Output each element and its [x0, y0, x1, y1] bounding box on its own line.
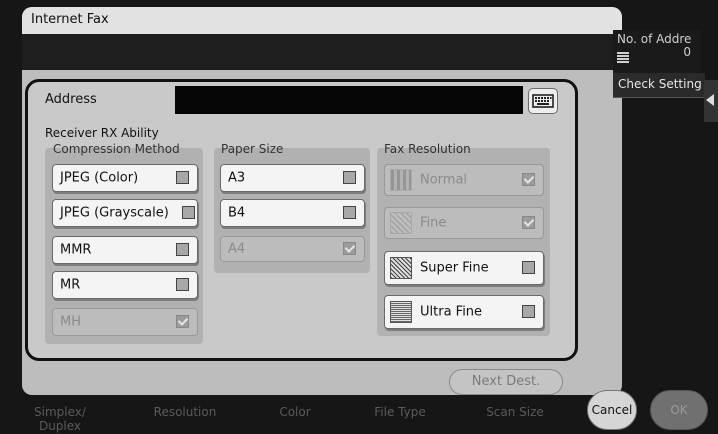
tab-simplex-duplex[interactable]: Simplex/ Duplex: [30, 405, 90, 433]
checkbox-checked: [522, 216, 535, 229]
mr-option[interactable]: MR: [52, 271, 198, 299]
option-label: Fine: [420, 215, 447, 231]
list-icon: [617, 52, 629, 63]
super-fine-resolution-icon: [390, 257, 412, 279]
option-label: JPEG (Grayscale): [60, 205, 169, 221]
checkbox: [522, 305, 535, 318]
keyboard-icon: [532, 94, 554, 108]
check-setting-button[interactable]: Check Setting: [613, 73, 705, 98]
fax-resolution-title: Fax Resolution: [384, 142, 471, 156]
option-label: MMR: [60, 242, 92, 258]
address-count-label: No. of Addre: [617, 32, 692, 46]
normal-resolution-icon: [390, 169, 412, 191]
address-count-panel: No. of Addre 0: [613, 30, 701, 73]
arrow-left-icon: [706, 94, 714, 106]
header-band: [22, 34, 622, 70]
checkbox: [176, 243, 189, 256]
option-label: Ultra Fine: [420, 304, 483, 320]
next-dest-button[interactable]: Next Dest.: [449, 369, 563, 395]
resolution-fine-option: Fine: [384, 207, 544, 239]
resolution-ultra-fine-option[interactable]: Ultra Fine: [384, 295, 544, 329]
paper-size-title: Paper Size: [221, 142, 284, 156]
checkbox: [343, 171, 356, 184]
checkbox: [176, 171, 189, 184]
cancel-button[interactable]: Cancel: [587, 390, 637, 430]
keyboard-button[interactable]: [528, 88, 558, 114]
checkbox: [182, 206, 195, 219]
address-input[interactable]: [175, 86, 523, 114]
option-label: A3: [228, 170, 246, 186]
checkbox-checked: [176, 315, 189, 328]
mh-option: MH: [52, 308, 198, 336]
checkbox: [176, 278, 189, 291]
checkbox: [343, 206, 356, 219]
paper-a4-option: A4: [220, 236, 365, 262]
paper-b4-option[interactable]: B4: [220, 199, 365, 227]
resolution-normal-option: Normal: [384, 164, 544, 196]
option-label: Super Fine: [420, 260, 489, 276]
resolution-super-fine-option[interactable]: Super Fine: [384, 251, 544, 285]
jpeg-grayscale-option[interactable]: JPEG (Grayscale): [52, 199, 198, 227]
option-label: Normal: [420, 172, 468, 188]
mmr-option[interactable]: MMR: [52, 236, 198, 264]
option-label: MR: [60, 277, 81, 293]
address-count-value: 0: [683, 45, 691, 59]
checkbox: [522, 261, 535, 274]
checkbox-checked: [343, 242, 356, 255]
compression-method-title: Compression Method: [53, 142, 180, 156]
fine-resolution-icon: [390, 212, 412, 234]
tab-scan-size[interactable]: Scan Size: [475, 405, 555, 419]
side-panel-toggle[interactable]: [704, 80, 718, 122]
option-label: JPEG (Color): [60, 170, 139, 186]
ok-button[interactable]: OK: [650, 390, 708, 430]
jpeg-color-option[interactable]: JPEG (Color): [52, 164, 198, 192]
ultra-fine-resolution-icon: [390, 301, 412, 323]
paper-a3-option[interactable]: A3: [220, 164, 365, 192]
tab-file-type[interactable]: File Type: [360, 405, 440, 419]
address-label: Address: [45, 92, 97, 107]
tab-resolution[interactable]: Resolution: [140, 405, 230, 419]
receiver-rx-ability-label: Receiver RX Ability: [45, 126, 159, 140]
option-label: MH: [60, 314, 81, 330]
tab-color[interactable]: Color: [260, 405, 330, 419]
dialog-title: Internet Fax: [31, 12, 109, 27]
option-label: B4: [228, 205, 246, 221]
checkbox-checked: [522, 173, 535, 186]
option-label: A4: [228, 241, 246, 257]
title-bar: [22, 7, 622, 34]
